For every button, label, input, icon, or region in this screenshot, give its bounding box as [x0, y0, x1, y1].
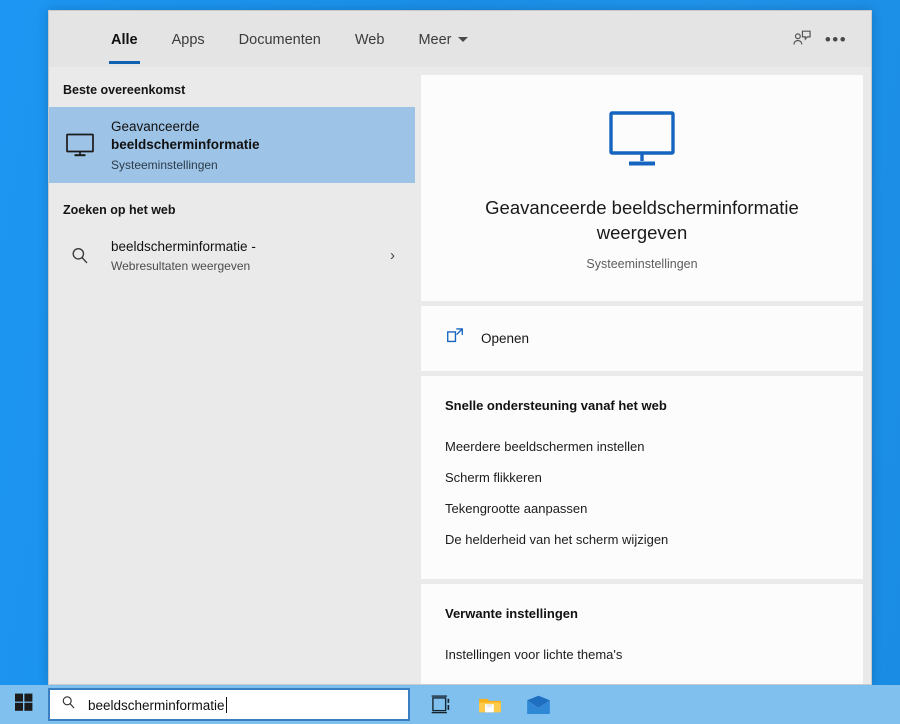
related-settings-link-0[interactable]: Instellingen voor lichte thema's	[445, 639, 839, 670]
tab-web[interactable]: Web	[355, 15, 385, 64]
chevron-right-icon[interactable]: ›	[390, 247, 401, 264]
tab-documenten-label: Documenten	[238, 31, 321, 48]
search-tab-strip: Alle Apps Documenten Web Meer •••	[49, 11, 871, 67]
more-options-icon[interactable]: •••	[819, 22, 853, 56]
result-item-web-search[interactable]: beeldscherminformatie - Webresultaten we…	[49, 227, 415, 285]
mail-icon[interactable]	[514, 685, 562, 724]
web-support-link-1[interactable]: Scherm flikkeren	[445, 462, 839, 493]
windows-logo-icon	[15, 693, 33, 716]
search-panel-body: Beste overeenkomst Geavanceerde beeldsch…	[49, 67, 871, 684]
monitor-icon	[606, 109, 678, 171]
tab-web-label: Web	[354, 31, 385, 48]
result-title-line2: beeldscherminformatie	[111, 136, 260, 152]
result-text-best-match: Geavanceerde beeldscherminformatie Syste…	[111, 118, 401, 172]
related-settings-card: Verwante instellingen Instellingen voor …	[421, 584, 863, 684]
detail-pane: Geavanceerde beeldscherminformatie weerg…	[415, 67, 871, 684]
start-button[interactable]	[0, 685, 48, 724]
taskbar-search-value: beeldscherminformatie	[88, 697, 225, 713]
taskbar-icon-group	[418, 685, 562, 724]
tab-meer[interactable]: Meer	[418, 15, 469, 64]
task-view-icon[interactable]	[418, 685, 466, 724]
detail-subtitle: Systeeminstellingen	[586, 257, 698, 272]
chevron-down-icon	[458, 37, 469, 42]
file-explorer-icon[interactable]	[466, 685, 514, 724]
result-title-line1: Geavanceerde	[111, 119, 200, 134]
result-text-web-search: beeldscherminformatie - Webresultaten we…	[111, 238, 376, 274]
web-support-card: Snelle ondersteuning vanaf het web Meerd…	[421, 376, 863, 580]
search-flyout-panel: Alle Apps Documenten Web Meer ••• Beste …	[48, 10, 872, 685]
web-search-group: Zoeken op het web beeldscherminformatie …	[49, 197, 415, 285]
taskbar-search-box[interactable]: beeldscherminformatie	[48, 688, 410, 721]
search-icon	[63, 239, 97, 273]
detail-title: Geavanceerde beeldscherminformatie weerg…	[485, 197, 799, 244]
monitor-icon	[63, 128, 97, 162]
more-options-label: •••	[824, 29, 848, 49]
related-settings-title: Verwante instellingen	[445, 606, 578, 622]
taskbar: beeldscherminformatie	[0, 685, 900, 724]
detail-hero-card: Geavanceerde beeldscherminformatie weerg…	[421, 75, 863, 302]
tab-alle[interactable]: Alle	[109, 15, 140, 64]
result-item-best-match[interactable]: Geavanceerde beeldscherminformatie Syste…	[49, 107, 415, 183]
results-list: Beste overeenkomst Geavanceerde beeldsch…	[49, 67, 415, 684]
group-title-best-match: Beste overeenkomst	[63, 83, 186, 97]
tab-meer-label: Meer	[418, 31, 452, 48]
web-support-link-0[interactable]: Meerdere beeldschermen instellen	[445, 431, 839, 462]
tab-apps-label: Apps	[171, 31, 205, 48]
tab-active-underline	[109, 60, 140, 64]
feedback-icon[interactable]	[785, 22, 819, 56]
taskbar-search-value-wrap: beeldscherminformatie	[88, 696, 227, 713]
text-cursor	[225, 696, 227, 713]
result-title-web-search: beeldscherminformatie -	[111, 238, 256, 254]
open-action-label: Openen	[481, 331, 530, 347]
tab-apps[interactable]: Apps	[172, 15, 205, 64]
group-title-web-search: Zoeken op het web	[63, 202, 176, 217]
web-support-title: Snelle ondersteuning vanaf het web	[445, 398, 667, 414]
web-support-link-3[interactable]: De helderheid van het scherm wijzigen	[445, 524, 839, 555]
web-support-link-2[interactable]: Tekengrootte aanpassen	[445, 493, 839, 524]
search-icon	[60, 694, 77, 716]
open-action-row[interactable]: Openen	[421, 306, 863, 372]
tab-alle-label: Alle	[111, 31, 138, 48]
tab-documenten[interactable]: Documenten	[239, 15, 321, 64]
result-title-best-match: Geavanceerde beeldscherminformatie	[111, 118, 401, 154]
result-subtitle-best-match: Systeeminstellingen	[111, 157, 218, 172]
result-subtitle-web-search: Webresultaten weergeven	[111, 259, 251, 274]
open-external-icon	[445, 326, 465, 351]
